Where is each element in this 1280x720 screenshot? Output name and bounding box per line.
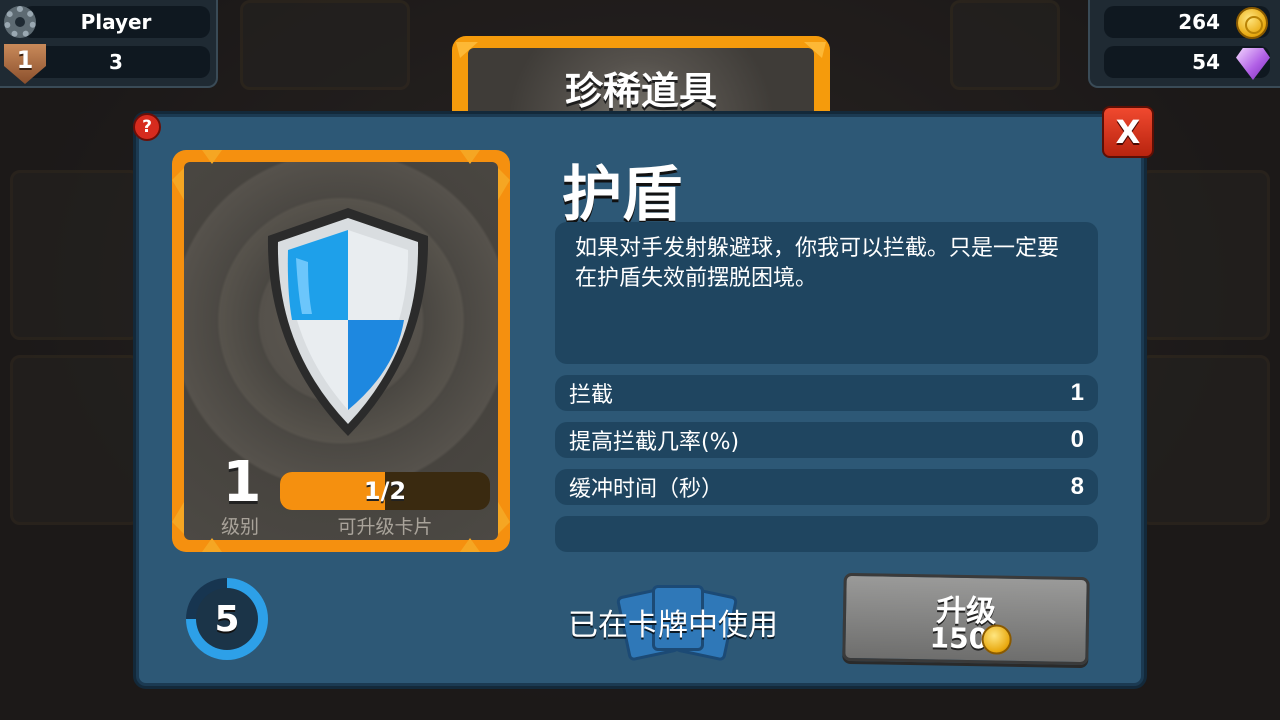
stat-label: 提高拦截几率(%): [569, 430, 740, 455]
trophy-count: 3: [109, 50, 123, 74]
close-button[interactable]: X: [1102, 106, 1154, 158]
item-card: 1 级别 1/2 可升级卡片: [172, 150, 510, 552]
item-name: 护盾: [562, 160, 682, 230]
stat-value: 8: [1070, 473, 1084, 500]
stat-row-empty: [555, 516, 1098, 552]
gear-icon[interactable]: [4, 6, 36, 38]
rank-number: 1: [16, 46, 34, 74]
player-hud: Player 3 1: [0, 0, 218, 88]
in-use-text: 已在卡牌中使用: [568, 608, 778, 643]
help-icon: ?: [142, 117, 152, 137]
card-corner-ornaments: [172, 150, 510, 552]
item-description: 如果对手发射躲避球，你我可以拦截。只是一定要在护盾失效前摆脱困境。: [575, 236, 1060, 291]
currency-hud: 264 54: [1088, 0, 1280, 88]
gem-count: 54: [1192, 50, 1220, 74]
stat-row: 缓冲时间（秒） 8: [555, 469, 1098, 505]
coin-icon: [1236, 7, 1268, 39]
upgrade-button[interactable]: 升级 150: [842, 572, 1090, 666]
player-name: Player: [80, 10, 152, 34]
stat-label: 拦截: [569, 383, 614, 408]
energy-cost-value: 5: [196, 588, 258, 650]
energy-cost-ring: 5: [186, 578, 268, 660]
coin-icon: [981, 624, 1012, 655]
coin-count: 264: [1178, 10, 1220, 34]
stat-value: 0: [1070, 426, 1084, 453]
dialog-title: 珍稀道具: [564, 69, 717, 113]
stat-row: 提高拦截几率(%) 0: [555, 422, 1098, 458]
rank-shield-icon: 1: [4, 44, 46, 84]
trophy-pill: 3: [22, 46, 210, 78]
stat-row: 拦截 1: [555, 375, 1098, 411]
upgrade-cost: 150: [929, 621, 989, 656]
stat-label: 缓冲时间（秒）: [569, 477, 724, 502]
item-description-box: 如果对手发射躲避球，你我可以拦截。只是一定要在护盾失效前摆脱困境。: [555, 222, 1098, 364]
close-icon: X: [1115, 113, 1141, 151]
stat-value: 1: [1070, 379, 1084, 406]
help-button[interactable]: ?: [133, 113, 161, 141]
player-name-pill: Player: [22, 6, 210, 38]
